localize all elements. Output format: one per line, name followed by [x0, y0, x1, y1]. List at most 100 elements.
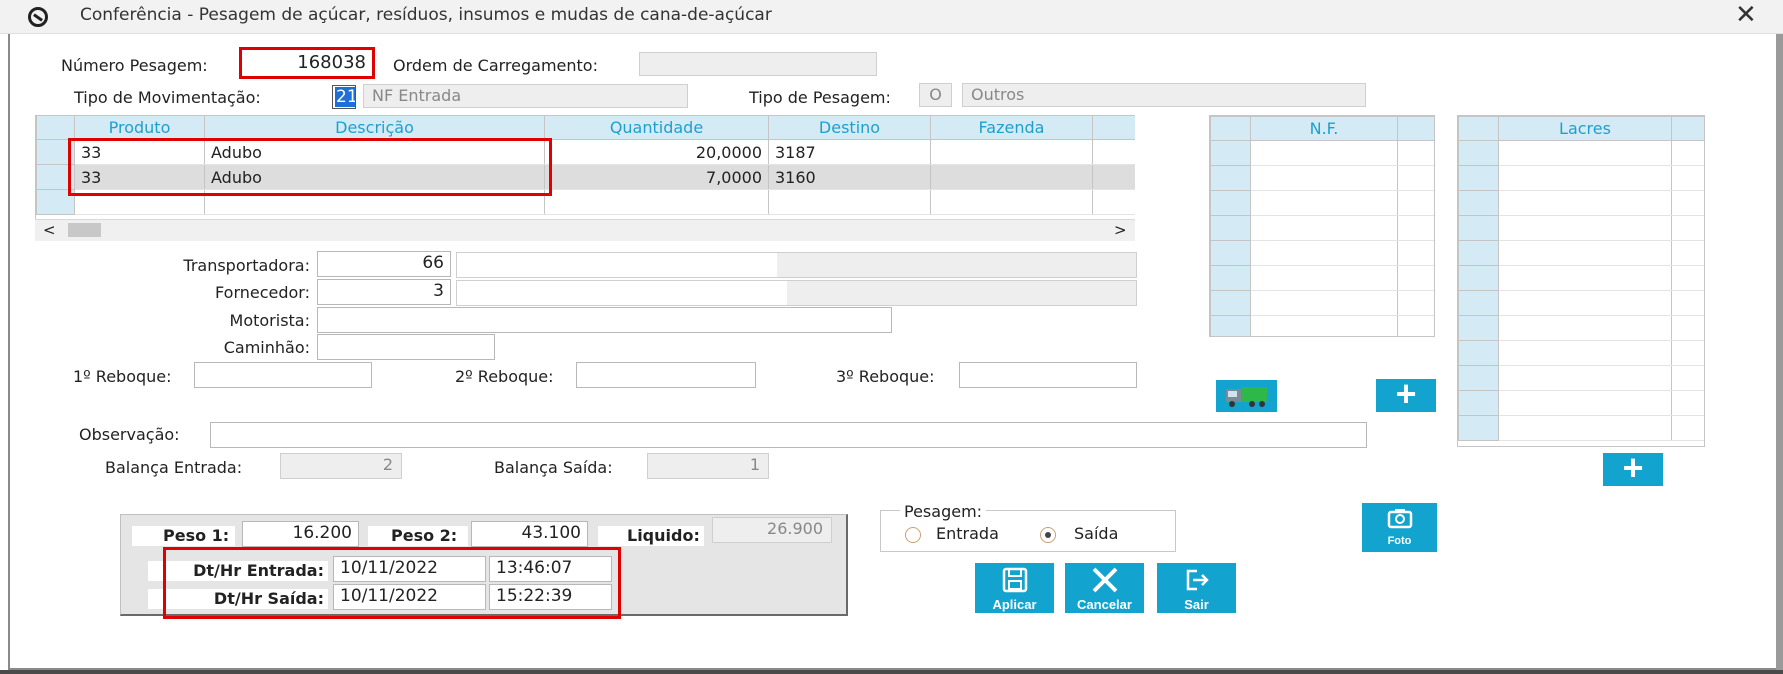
reboque3-field[interactable] [959, 362, 1137, 388]
tipo-pesagem-label: Tipo de Pesagem: [749, 88, 891, 107]
reboque1-label: 1º Reboque: [73, 367, 172, 386]
table-row[interactable] [1210, 240, 1434, 266]
cell-empty [1671, 140, 1704, 166]
radio-saida-label[interactable]: Saída [1074, 524, 1118, 543]
cell-quantidade[interactable]: 20,0000 [544, 139, 769, 165]
cell-empty [1498, 215, 1672, 241]
frame-shadow [1776, 34, 1783, 674]
transportadora-name-field [456, 252, 1137, 278]
nf-grid[interactable]: N.F. [1209, 115, 1435, 337]
table-row[interactable] [1210, 215, 1434, 241]
table-row[interactable] [1210, 190, 1434, 216]
cancelar-button[interactable]: Cancelar [1065, 563, 1144, 613]
foto-button[interactable]: Foto [1362, 503, 1437, 552]
caminhao-field[interactable] [317, 334, 495, 360]
scroll-right-icon[interactable]: > [1114, 221, 1127, 239]
radio-saida[interactable] [1040, 527, 1056, 543]
table-row[interactable] [1210, 315, 1434, 336]
scroll-thumb[interactable] [68, 223, 101, 237]
truck-button[interactable] [1216, 380, 1277, 412]
cell-fazenda[interactable] [930, 164, 1093, 190]
fornecedor-code-field[interactable]: 3 [317, 279, 451, 305]
peso2-field[interactable]: 43.100 [471, 521, 588, 547]
col-fazenda[interactable]: Fazenda [930, 115, 1093, 140]
tipo-pesagem-desc: Outros [962, 83, 1366, 107]
table-row[interactable] [1458, 190, 1704, 216]
row-indicator [1210, 165, 1251, 191]
sair-button[interactable]: Sair [1157, 563, 1236, 613]
cell-empty [1498, 315, 1672, 341]
cell-destino[interactable]: 3187 [768, 139, 931, 165]
col-quantidade[interactable]: Quantidade [544, 115, 769, 140]
observacao-field[interactable] [210, 422, 1367, 448]
exit-icon [1186, 569, 1209, 591]
close-icon[interactable]: ✕ [1735, 0, 1757, 30]
cell-empty [1397, 140, 1434, 166]
fornecedor-name-field [456, 280, 1137, 306]
cell-empty [1250, 190, 1398, 216]
col-destino[interactable]: Destino [768, 115, 931, 140]
table-row[interactable] [1458, 340, 1704, 366]
row-indicator [1210, 315, 1251, 336]
aplicar-button[interactable]: Aplicar [975, 563, 1054, 613]
aplicar-label: Aplicar [992, 597, 1037, 612]
table-row[interactable] [1458, 290, 1704, 316]
table-row[interactable] [1210, 265, 1434, 291]
col-produto[interactable]: Produto [74, 115, 205, 140]
numero-pesagem-field[interactable]: 168038 [239, 47, 375, 79]
table-row[interactable] [1458, 165, 1704, 191]
table-row[interactable] [1210, 140, 1434, 166]
table-row[interactable] [1458, 390, 1704, 416]
table-row[interactable] [1210, 290, 1434, 316]
table-row[interactable] [1458, 215, 1704, 241]
foto-label: Foto [1387, 535, 1412, 547]
cell-fazenda[interactable] [930, 139, 1093, 165]
table-row[interactable] [1458, 265, 1704, 291]
tipo-movimentacao-code-field[interactable]: 21 [332, 85, 356, 109]
peso1-field[interactable]: 16.200 [242, 521, 359, 547]
cell-empty [1671, 290, 1704, 316]
radio-entrada[interactable] [905, 527, 921, 543]
cell-empty [1397, 215, 1434, 241]
cell-empty [1671, 190, 1704, 216]
reboque3-label: 3º Reboque: [836, 367, 935, 386]
table-row[interactable] [1458, 140, 1704, 166]
liquido-field: 26.900 [712, 517, 832, 543]
table-row[interactable] [1458, 240, 1704, 266]
ordem-carregamento-field[interactable] [639, 52, 877, 76]
cell-destino[interactable]: 3160 [768, 164, 931, 190]
transportadora-code-field[interactable]: 66 [317, 251, 451, 277]
cell-empty [1250, 140, 1398, 166]
row-indicator [1458, 340, 1499, 366]
table-row[interactable] [1210, 165, 1434, 191]
reboque2-field[interactable] [576, 362, 756, 388]
cell-extra [1092, 164, 1135, 190]
col-nf[interactable]: N.F. [1250, 116, 1398, 141]
table-row[interactable] [1458, 365, 1704, 391]
col-descricao[interactable]: Descrição [204, 115, 545, 140]
numero-pesagem-label: Número Pesagem: [61, 56, 208, 75]
lacres-grid[interactable]: Lacres [1457, 115, 1705, 447]
radio-entrada-label[interactable]: Entrada [936, 524, 999, 543]
balanca-saida-label: Balança Saída: [494, 458, 613, 477]
motorista-field[interactable] [317, 307, 892, 333]
cell-empty [1498, 140, 1672, 166]
cell-empty [1092, 189, 1135, 215]
ordem-carregamento-label: Ordem de Carregamento: [393, 56, 598, 75]
scroll-left-icon[interactable]: < [43, 221, 56, 239]
row-indicator [1210, 190, 1251, 216]
add-lacre-button[interactable]: + [1603, 450, 1663, 486]
grid-indicator-header [1210, 116, 1251, 141]
table-row[interactable] [1458, 415, 1704, 441]
cell-empty [1498, 265, 1672, 291]
reboque1-field[interactable] [194, 362, 372, 388]
cell-quantidade[interactable]: 7,0000 [544, 164, 769, 190]
caminhao-label: Caminhão: [223, 338, 310, 357]
horizontal-scrollbar[interactable]: < > [35, 219, 1135, 241]
table-row[interactable] [1458, 315, 1704, 341]
row-indicator [1458, 365, 1499, 391]
add-nf-button[interactable]: + [1376, 376, 1436, 412]
tipo-pesagem-code[interactable]: O [919, 83, 952, 107]
col-lacres[interactable]: Lacres [1498, 116, 1672, 141]
cell-empty [1498, 240, 1672, 266]
